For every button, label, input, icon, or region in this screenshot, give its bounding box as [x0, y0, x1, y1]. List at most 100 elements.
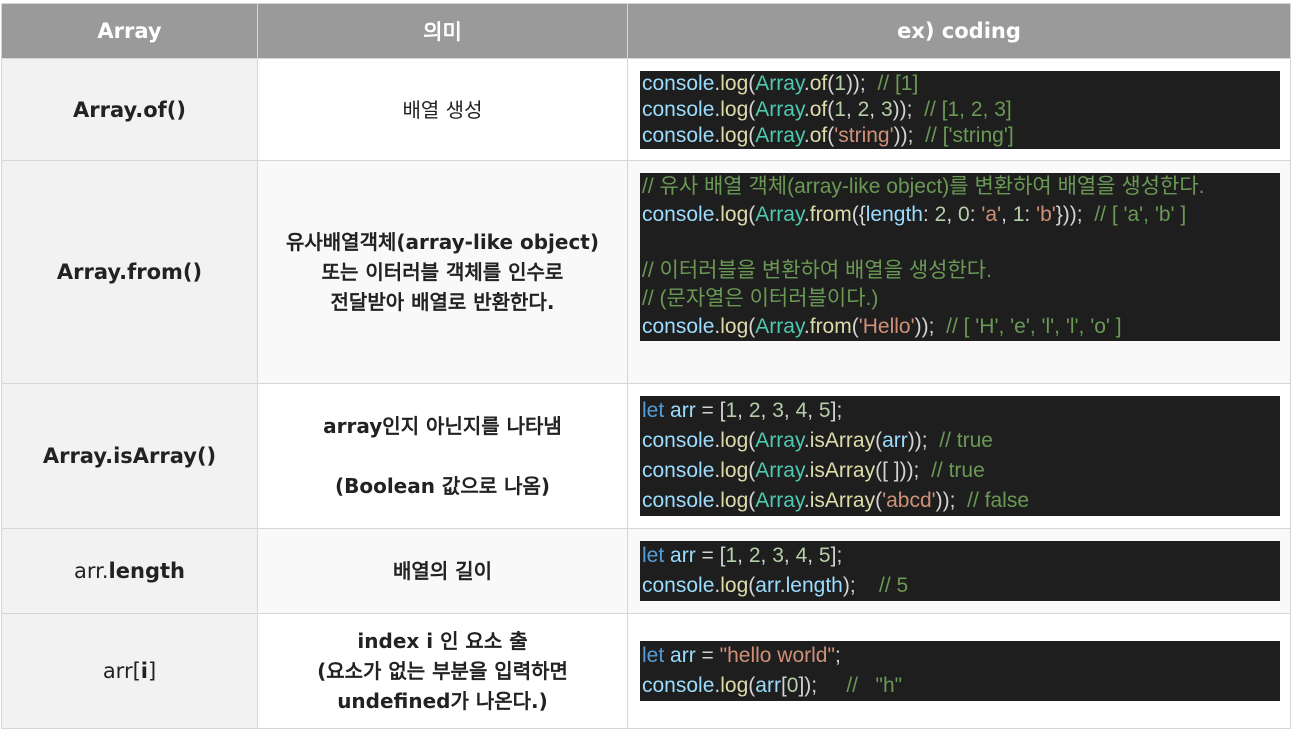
code-token: Array [755, 459, 804, 482]
method-name: Array.of() [1, 58, 258, 161]
code-token: Array [755, 489, 804, 512]
code-token: // [1, 2, 3] [924, 98, 1012, 121]
code-line: console.log(Array.isArray(arr)); // true [642, 426, 1278, 456]
code-token: )); [907, 429, 940, 452]
code-token: arr [755, 674, 781, 697]
code-token: log [720, 429, 749, 452]
method-name: arr[i] [1, 613, 258, 729]
code-token: 1 [725, 399, 738, 422]
method-name: Array.isArray() [1, 383, 258, 529]
meaning-line: 전달받아 배열로 반환한다. [330, 290, 555, 314]
code-token: , [807, 399, 819, 422]
code-token: 0 [786, 674, 799, 697]
code-token: from [809, 203, 852, 226]
code-token: of [809, 72, 828, 95]
code-token: )); [893, 124, 926, 147]
code-token: , [845, 98, 858, 121]
code-token: length [785, 574, 843, 597]
code-block: console.log(Array.of(1)); // [1] console.… [640, 71, 1280, 149]
code-token: 1 [1012, 203, 1025, 226]
code-line: let arr = [1, 2, 3, 4, 5]; [642, 396, 1278, 426]
code-token: isArray [809, 429, 876, 452]
code-token: Array [755, 429, 804, 452]
code-token: // 이터러블을 변환하여 배열을 생성한다. [642, 259, 992, 282]
code-token: : [1024, 203, 1037, 226]
header-coding: ex) coding [627, 3, 1291, 59]
code-token: // true [931, 459, 985, 482]
code-token: arr [670, 544, 696, 567]
code-token: 3 [772, 544, 784, 567]
method-meaning: 유사배열객체(array-like object) 또는 이터러블 객체를 인수… [257, 160, 628, 384]
code-token: arr [882, 429, 908, 452]
code-token: // (문자열은 이터러블이다.) [642, 287, 879, 310]
code-token: 2 [934, 203, 947, 226]
meaning-line: undefined가 나온다.) [337, 689, 548, 713]
code-token: = [ [695, 544, 726, 567]
code-line: console.log(Array.from('Hello')); // [ '… [642, 313, 1278, 341]
code-token: ({ [851, 203, 866, 226]
meaning-line: (Boolean 값으로 나옴) [334, 474, 551, 498]
code-token: = [ [695, 399, 726, 422]
code-cell: console.log(Array.of(1)); // [1] console.… [627, 58, 1291, 161]
code-token: })); [1055, 203, 1095, 226]
code-token: )); [845, 72, 878, 95]
code-line: console.log(Array.isArray([ ])); // true [642, 456, 1278, 486]
table-row: Array.from() 유사배열객체(array-like object) 또… [1, 160, 1291, 384]
code-line: // (문자열은 이터러블이다.) [642, 285, 1278, 313]
code-line [642, 229, 1278, 257]
code-token: 'b' [1036, 203, 1056, 226]
code-token: 'abcd' [882, 489, 936, 512]
meaning-line: (요소가 없는 부분을 입력하면 [317, 659, 568, 683]
code-token: ]; [830, 399, 843, 422]
code-token: 3 [880, 98, 893, 121]
code-token: Array [755, 124, 804, 147]
code-token: // [ 'H', 'e', 'l', 'l', 'o' ] [946, 315, 1122, 338]
meaning-line: array인지 아닌지를 나타냄 [323, 414, 562, 438]
code-token: of [809, 98, 828, 121]
code-token: Array [755, 315, 804, 338]
code-token: console [642, 72, 715, 95]
code-token: console [642, 574, 715, 597]
method-name: arr.length [1, 528, 258, 614]
code-token: // 유사 배열 객체(array-like object)를 변환하여 배열을… [642, 175, 1205, 198]
code-token: ( [851, 315, 859, 338]
code-token: 5 [818, 544, 831, 567]
code-token: log [720, 459, 749, 482]
code-token: console [642, 203, 715, 226]
code-token: // false [967, 489, 1030, 512]
code-token: arr [755, 574, 780, 597]
code-token: log [720, 98, 749, 121]
code-token: Array [755, 72, 804, 95]
code-block: let arr = [1, 2, 3, 4, 5]; console.log(ar… [640, 541, 1280, 601]
code-line: console.log(arr[0]); // "h" [642, 671, 1278, 701]
code-line: // 유사 배열 객체(array-like object)를 변환하여 배열을… [642, 173, 1278, 201]
code-token: log [720, 203, 749, 226]
code-token: // "h" [846, 674, 903, 697]
code-token: , [946, 203, 958, 226]
code-token: , [869, 98, 881, 121]
code-block: let arr = [1, 2, 3, 4, 5]; console.log(Ar… [640, 396, 1280, 516]
code-block: // 유사 배열 객체(array-like object)를 변환하여 배열을… [640, 173, 1280, 341]
method-meaning: array인지 아닌지를 나타냄 (Boolean 값으로 나옴) [257, 383, 628, 529]
meaning-line: index i 인 요소 출 [357, 629, 528, 653]
code-token: ]); [798, 674, 847, 697]
code-token: 0 [958, 203, 970, 226]
code-token: let [642, 544, 665, 567]
code-token: console [642, 124, 715, 147]
code-line: console.log(Array.of('string')); // ['st… [642, 123, 1278, 149]
code-token: log [720, 489, 749, 512]
code-token: 'string' [834, 124, 894, 147]
code-token: isArray [809, 489, 876, 512]
code-cell: let arr = "hello world"; console.log(arr[… [627, 613, 1291, 729]
table-row: arr.length 배열의 길이 let arr = [1, 2, 3, 4,… [1, 528, 1291, 614]
code-token: let [642, 644, 665, 667]
code-token: , [737, 544, 749, 567]
code-token: )); [935, 489, 968, 512]
code-token: // [ 'a', 'b' ] [1094, 203, 1187, 226]
meaning-line [258, 441, 627, 471]
code-token: 5 [818, 399, 831, 422]
code-token: : [922, 203, 935, 226]
method-name: Array.from() [1, 160, 258, 384]
code-token: of [809, 124, 828, 147]
